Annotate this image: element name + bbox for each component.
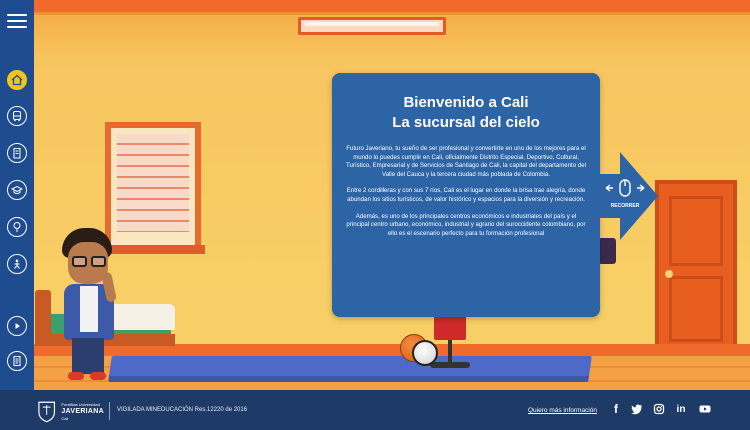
facebook-icon[interactable]: f xyxy=(609,402,623,416)
card-subtitle: La sucursal del cielo xyxy=(392,114,540,131)
speaker-illustration xyxy=(598,238,616,264)
play-icon[interactable] xyxy=(7,316,27,336)
building-icon[interactable] xyxy=(7,143,27,163)
card-title: Bienvenido a Cali xyxy=(403,94,529,111)
crest-icon xyxy=(38,401,56,423)
ceiling xyxy=(0,0,750,15)
welcome-card: Bienvenido a Cali La sucursal del cielo … xyxy=(332,73,600,317)
logo-line-1: Pontificia Universidad xyxy=(61,401,100,407)
scroll-hint-arrow[interactable]: RECORRER xyxy=(600,152,658,240)
footer: Pontificia Universidad JAVERIANA Cali VI… xyxy=(0,390,750,430)
document-icon[interactable] xyxy=(7,351,27,371)
footer-divider xyxy=(109,402,110,420)
home-icon[interactable] xyxy=(7,70,27,90)
person-slide-icon[interactable] xyxy=(7,254,27,274)
more-info-link[interactable]: Quiero más información xyxy=(528,407,597,414)
linkedin-icon[interactable]: in xyxy=(674,402,688,416)
logo-line-3: Cali xyxy=(61,415,69,421)
scroll-hint-label: RECORRER xyxy=(610,203,640,209)
card-paragraph-2: Entre 2 cordilleras y con sus 7 ríos, Ca… xyxy=(346,187,586,203)
door-knob xyxy=(665,270,673,278)
room-scene: Bienvenido a Cali La sucursal del cielo … xyxy=(0,0,750,390)
instagram-icon[interactable] xyxy=(652,402,666,416)
office-chair-illustration xyxy=(430,310,470,372)
card-paragraph-3: Además, es uno de los principales centro… xyxy=(346,212,586,237)
ceiling-lamp xyxy=(298,17,446,35)
hamburger-menu-icon[interactable] xyxy=(7,14,27,30)
rug xyxy=(108,356,592,382)
card-paragraph-1: Futuro Javeriano, tu sueño de ser profes… xyxy=(346,145,586,178)
window-blinds xyxy=(117,134,189,232)
arrow-icon xyxy=(600,152,658,240)
javeriana-logo[interactable]: Pontificia Universidad JAVERIANA Cali xyxy=(36,398,104,424)
door-illustration xyxy=(655,180,737,356)
tree-icon[interactable] xyxy=(7,217,27,237)
bus-icon[interactable] xyxy=(7,106,27,126)
vigilada-text: VIGILADA MINEDUCACIÓN Res.12220 de 2016 xyxy=(117,407,248,413)
graduation-cap-icon[interactable] xyxy=(7,180,27,200)
left-nav-rail xyxy=(0,0,34,390)
logo-line-2: JAVERIANA xyxy=(61,407,104,415)
twitter-icon[interactable] xyxy=(630,402,644,416)
student-character xyxy=(58,228,128,386)
soccer-ball-illustration xyxy=(412,340,438,366)
youtube-icon[interactable] xyxy=(698,402,712,416)
